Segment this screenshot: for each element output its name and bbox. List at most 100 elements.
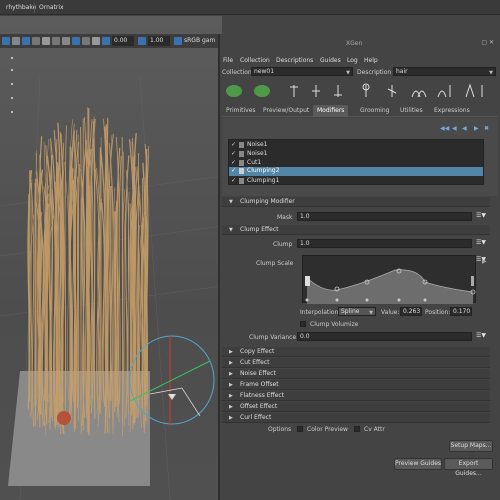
3d-viewport[interactable] — [0, 16, 222, 500]
shadows-icon[interactable] — [62, 37, 70, 45]
list-item[interactable]: ✓ Noise1 — [229, 141, 483, 149]
curl-effect-header[interactable]: ▶ Curl Effect — [222, 413, 490, 423]
cut-effect-header[interactable]: ▶ Cut Effect — [222, 358, 490, 368]
setup-maps-button[interactable]: Setup Maps... — [449, 440, 493, 452]
flatness-effect-header[interactable]: ▶ Flatness Effect — [222, 391, 490, 401]
hair-strand — [118, 155, 122, 405]
clump-volumize-label: Clump Volumize — [310, 321, 359, 328]
viewport-scene — [0, 57, 222, 500]
interpolation-dropdown[interactable]: Spline ▼ — [338, 307, 376, 316]
menu-help[interactable]: Help — [364, 57, 378, 64]
modifier-icon — [239, 168, 244, 174]
modifier-icon — [239, 160, 244, 166]
interpolation-label: Interpolation: — [300, 309, 341, 316]
textured-icon[interactable] — [42, 37, 50, 45]
delete-modifier-icon[interactable]: ✖ — [484, 125, 489, 132]
sphere-object — [57, 411, 71, 425]
tab-preview-output[interactable]: Preview/Output — [259, 105, 313, 117]
lights-icon[interactable] — [52, 37, 60, 45]
isolate-icon[interactable] — [72, 37, 80, 45]
color-space-label[interactable]: sRGB gam — [184, 37, 215, 44]
clump-scale-label: Clump Scale — [256, 260, 294, 267]
exposure-icon[interactable] — [102, 37, 110, 45]
aa-icon[interactable] — [92, 37, 100, 45]
offset-effect-header[interactable]: ▶ Offset Effect — [222, 402, 490, 412]
mask-options-icon[interactable]: ☰▼ — [476, 212, 486, 219]
window-controls[interactable]: ▢ ✕ — [481, 39, 494, 46]
mask-field[interactable]: 1.0 — [297, 212, 472, 221]
shelf-bar: rhythbake Ornatrix — [0, 0, 500, 15]
xray-icon[interactable] — [82, 37, 90, 45]
tab-primitives[interactable]: Primitives — [222, 105, 260, 117]
cv-attr-checkbox[interactable] — [354, 426, 360, 432]
move-up-icon[interactable]: ◀◀ — [440, 125, 449, 132]
mask-label: Mask — [277, 214, 293, 221]
preview-guides-button[interactable]: Preview Guides — [394, 458, 442, 470]
xgen-toolbar — [222, 81, 500, 103]
menu-collection[interactable]: Collection — [240, 57, 270, 64]
clump-variance-options-icon[interactable]: ☰▼ — [476, 332, 486, 339]
clump-effect-header[interactable]: ▼ Clump Effect — [222, 225, 490, 235]
color-preview-label: Color Preview — [307, 426, 348, 433]
position-field[interactable]: 0.170 — [450, 307, 472, 316]
shelf-tab-ornatrix[interactable]: Ornatrix — [34, 3, 68, 13]
modifier-tools: ◀◀ ◀ ◀ ▶ ✖ — [440, 125, 490, 135]
clump-field[interactable]: 1.0 — [297, 239, 472, 248]
modifier-icon — [239, 142, 244, 148]
remove-modifier-icon[interactable]: ◀ — [462, 125, 467, 132]
hair-strand — [106, 117, 109, 400]
clump-scale-ramp[interactable] — [302, 255, 476, 304]
ramp-expand-icon[interactable]: ▶ — [482, 258, 487, 265]
tab-grooming[interactable]: Grooming — [356, 105, 393, 117]
viewport-toolbar: 0.00 1.00 sRGB gam — [0, 34, 222, 48]
description-dropdown[interactable]: hair ▼ — [393, 67, 496, 76]
clump-volumize-checkbox[interactable] — [300, 321, 306, 327]
modifier-icon — [239, 178, 244, 184]
frame-offset-header[interactable]: ▶ Frame Offset — [222, 380, 490, 390]
position-label: Position: — [425, 309, 451, 316]
color-preview-checkbox[interactable] — [297, 426, 303, 432]
import-preset-icon — [254, 85, 270, 97]
shaded-icon[interactable] — [32, 37, 40, 45]
ramp-selected-handle — [305, 276, 310, 286]
value-field[interactable]: 0.263 — [400, 307, 422, 316]
clump-options-icon[interactable]: ☰▼ — [476, 239, 486, 246]
collection-label: Collection — [222, 69, 252, 76]
gamma-icon[interactable] — [138, 37, 146, 45]
tab-modifiers[interactable]: Modifiers — [313, 105, 349, 117]
list-item-selected[interactable]: ✓ Clumping2 — [229, 167, 483, 176]
color-management-icon[interactable] — [174, 37, 182, 45]
gamma-field[interactable]: 1.00 — [148, 36, 170, 46]
modifier-icon — [239, 151, 244, 157]
move-down-icon[interactable]: ▶ — [474, 125, 479, 132]
cv-attr-label: Cv Attr — [364, 426, 385, 433]
list-item[interactable]: ✓ Clumping1 — [229, 177, 483, 185]
clump-variance-label: Clump Variance — [249, 334, 297, 341]
exposure-field[interactable]: 0.00 — [112, 36, 134, 46]
menu-descriptions[interactable]: Descriptions — [276, 57, 313, 64]
wireframe-icon[interactable] — [22, 37, 30, 45]
tab-expressions[interactable]: Expressions — [430, 105, 474, 117]
clump-variance-field[interactable]: 0.0 — [297, 332, 472, 341]
menu-guides[interactable]: Guides — [320, 57, 341, 64]
noise-effect-header[interactable]: ▶ Noise Effect — [222, 369, 490, 379]
collection-dropdown[interactable]: new01 ▼ — [251, 67, 353, 76]
list-item[interactable]: ✓ Noise1 — [229, 150, 483, 158]
create-description-icon — [226, 85, 242, 97]
copy-effect-header[interactable]: ▶ Copy Effect — [222, 347, 490, 357]
add-modifier-icon[interactable]: ◀ — [452, 125, 457, 132]
hair-strand — [80, 197, 82, 400]
value-label: Value: — [381, 309, 400, 316]
tab-utilities[interactable]: Utilities — [396, 105, 427, 117]
list-item[interactable]: ✓ Cut1 — [229, 159, 483, 167]
description-label: Description — [357, 69, 392, 76]
export-guides-button[interactable]: Export Guides... — [444, 458, 493, 477]
menu-file[interactable]: File — [223, 57, 233, 64]
clumping-modifier-header[interactable]: ▼ Clumping Modifier — [222, 197, 490, 207]
panel-title: XGen — [346, 40, 363, 47]
hair-strand — [93, 121, 96, 419]
select-camera-icon[interactable] — [2, 37, 10, 45]
grid-icon[interactable] — [12, 37, 20, 45]
hair-strand — [130, 205, 134, 416]
menu-log[interactable]: Log — [347, 57, 358, 64]
